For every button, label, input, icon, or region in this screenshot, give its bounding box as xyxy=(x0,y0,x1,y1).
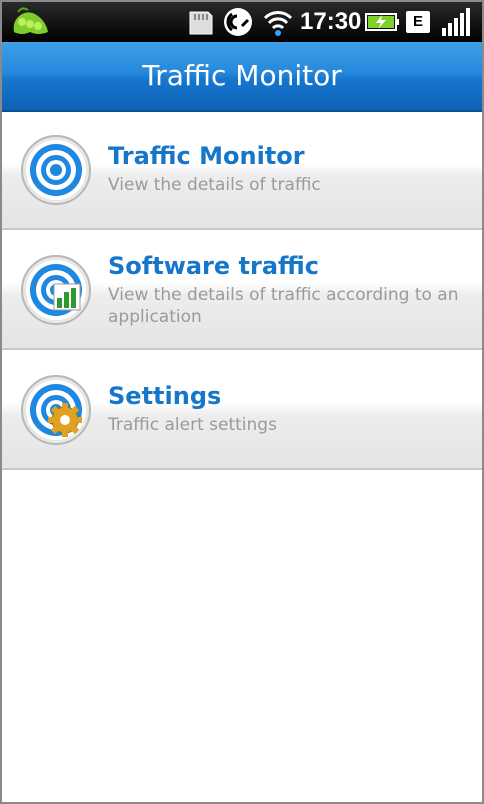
app-frame: 17:30 E Traffic Monitor Traffic Monitor … xyxy=(0,0,484,804)
menu-item-subtitle: Traffic alert settings xyxy=(108,415,277,435)
menu-item-software-traffic[interactable]: Software traffic View the details of tra… xyxy=(2,230,482,350)
signal-bars-icon xyxy=(438,2,474,42)
clock-time: 17:30 xyxy=(300,8,362,35)
menu-item-title: Settings xyxy=(108,382,222,410)
target-chart-icon xyxy=(20,254,92,326)
title-bar: Traffic Monitor xyxy=(2,42,482,112)
target-gear-icon xyxy=(20,374,92,446)
menu-item-title: Traffic Monitor xyxy=(108,142,305,170)
network-type-badge: E xyxy=(406,11,430,33)
menu-item-traffic-monitor[interactable]: Traffic Monitor View the details of traf… xyxy=(2,112,482,230)
menu-list: Traffic Monitor View the details of traf… xyxy=(2,112,482,470)
status-bar: 17:30 E xyxy=(2,2,482,42)
app-notification-icon xyxy=(8,2,52,42)
nfc-icon xyxy=(220,2,256,42)
target-icon xyxy=(20,134,92,206)
page-title: Traffic Monitor xyxy=(142,59,342,92)
menu-item-subtitle: View the details of traffic according to… xyxy=(108,285,459,327)
battery-charging-icon xyxy=(364,2,400,42)
wifi-icon xyxy=(262,2,294,42)
menu-item-settings[interactable]: Settings Traffic alert settings xyxy=(2,350,482,470)
menu-item-subtitle: View the details of traffic xyxy=(108,175,321,195)
menu-item-title: Software traffic xyxy=(108,252,320,280)
sd-card-icon xyxy=(186,2,216,42)
